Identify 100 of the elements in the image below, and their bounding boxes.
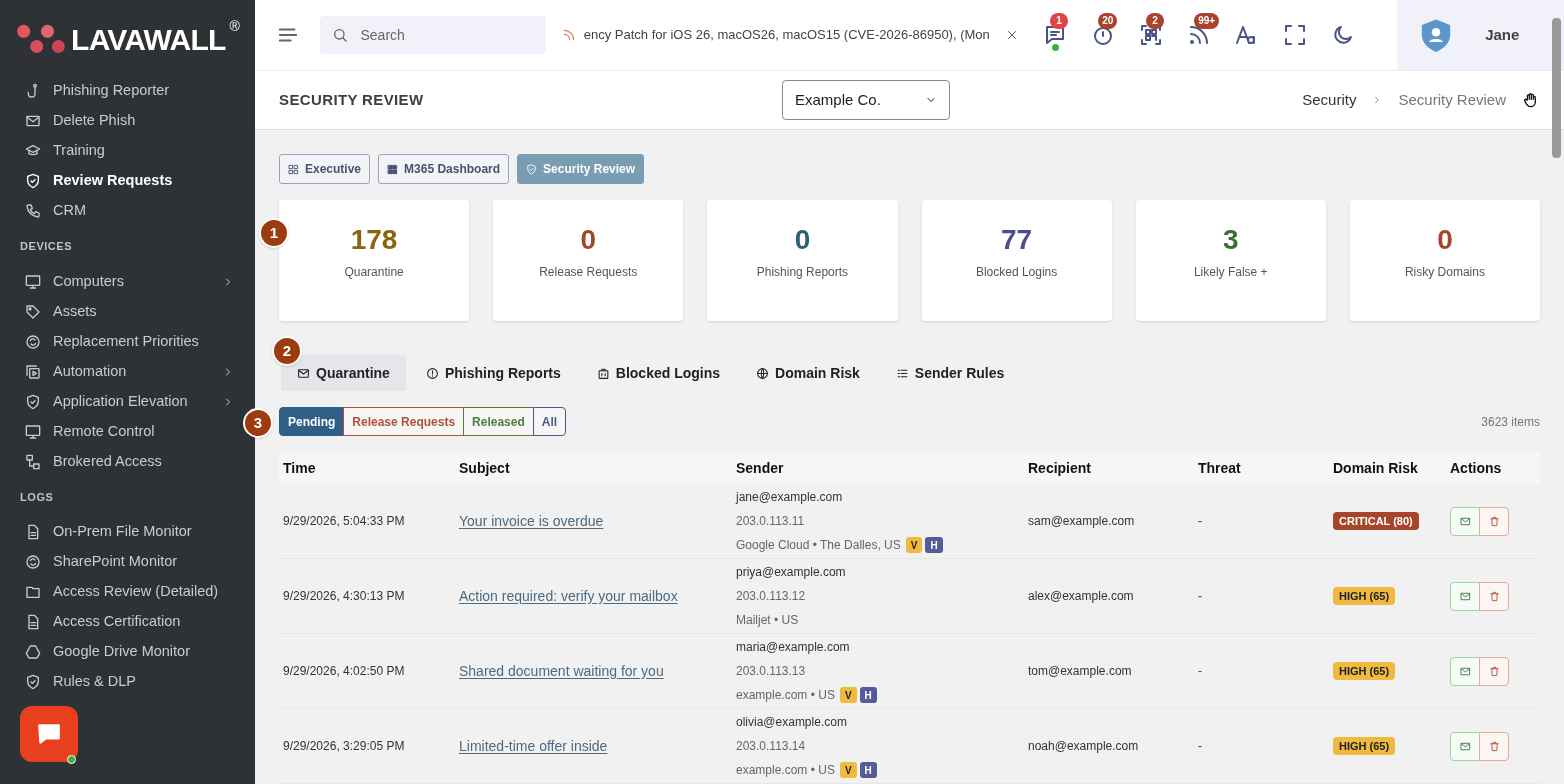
risk-badge: HIGH (65) xyxy=(1333,736,1396,756)
column-header: Recipient xyxy=(1028,458,1092,478)
sidebar-item[interactable]: On-Prem File Monitor xyxy=(0,517,238,547)
network-icon xyxy=(25,453,41,470)
document-icon xyxy=(25,614,41,630)
rss-button[interactable]: 99+ xyxy=(1182,12,1217,57)
chat-launcher-button[interactable] xyxy=(20,706,78,762)
stat-value: 0 xyxy=(580,223,597,257)
sidebar-item[interactable]: Training xyxy=(0,136,238,166)
folder-icon xyxy=(25,584,41,600)
subject-link[interactable]: Limited-time offer inside xyxy=(459,737,608,754)
flag-badge: H xyxy=(859,687,877,703)
dashboard-tab[interactable]: M365 Dashboard xyxy=(378,154,510,184)
table-cell-text: - xyxy=(1198,513,1203,530)
filter-button[interactable]: All xyxy=(532,407,567,436)
user-menu[interactable]: Jane xyxy=(1397,0,1564,70)
stat-label: Blocked Logins xyxy=(975,264,1058,281)
notification-badge: 99+ xyxy=(1194,12,1220,29)
release-button[interactable] xyxy=(1450,506,1480,536)
subject-link[interactable]: Your invoice is overdue xyxy=(459,512,604,529)
timer-button[interactable]: 20 xyxy=(1086,12,1121,57)
sender-origin: example.com • US xyxy=(736,687,835,704)
speech-bubble-icon xyxy=(36,721,62,747)
cycle-icon xyxy=(25,554,41,570)
envelope-icon xyxy=(1459,515,1471,527)
dashboard-tab[interactable]: Executive xyxy=(279,154,371,184)
envelope-icon xyxy=(297,366,310,380)
release-button[interactable] xyxy=(1450,656,1480,686)
stat-label: Quarantine xyxy=(344,264,404,281)
table-cell-text: - xyxy=(1198,738,1203,755)
table-cell-text: 9/29/2026, 3:29:05 PM xyxy=(283,738,406,755)
envelope-icon xyxy=(25,113,41,129)
fullscreen-icon xyxy=(1283,22,1308,47)
column-header: Threat xyxy=(1198,458,1242,478)
notification-badge: 20 xyxy=(1098,12,1118,29)
sidebar-item[interactable]: Delete Phish xyxy=(0,106,238,136)
sidebar-item[interactable]: Access Certification xyxy=(0,607,238,637)
sidebar-item[interactable]: Google Drive Monitor xyxy=(0,637,238,667)
sidebar-item[interactable]: Rules & DLP xyxy=(0,667,238,697)
monitor-icon xyxy=(25,423,41,440)
table-cell-text: - xyxy=(1198,663,1203,680)
sidebar-item[interactable]: Review Requests xyxy=(0,166,238,196)
rss-icon xyxy=(561,27,576,42)
sidebar-item[interactable]: SharePoint Monitor xyxy=(0,547,238,577)
qr-button[interactable]: 2 xyxy=(1134,12,1169,57)
notification-badge: 1 xyxy=(1050,12,1069,29)
document-icon xyxy=(25,524,41,540)
sidebar-item[interactable]: Remote Control xyxy=(0,416,238,447)
sidebar-item[interactable]: Access Review (Detailed) xyxy=(0,577,238,607)
item-count: 3623 items xyxy=(1481,413,1540,431)
delete-button[interactable] xyxy=(1479,506,1509,536)
sidebar-item[interactable]: Automation xyxy=(0,356,238,387)
scrollbar[interactable] xyxy=(1552,18,1561,158)
stat-value: 3 xyxy=(1222,223,1239,257)
page-title: SECURITY REVIEW xyxy=(279,89,425,110)
company-dropdown[interactable]: Example Co. xyxy=(782,79,950,120)
sender-ip: 203.0.113.14 xyxy=(736,738,807,755)
section-tab[interactable]: Quarantine xyxy=(281,355,406,391)
filter-button[interactable]: Released xyxy=(463,407,534,436)
cycle-icon xyxy=(25,333,41,350)
trash-icon xyxy=(1488,665,1500,677)
chat-button[interactable]: 1 xyxy=(1038,12,1073,57)
delete-button[interactable] xyxy=(1479,581,1509,611)
sidebar-item[interactable]: Application Elevation xyxy=(0,386,238,417)
stat-value: 77 xyxy=(1001,223,1033,257)
sidebar-item[interactable]: Phishing Reporter xyxy=(0,76,238,106)
table-cell-text: - xyxy=(1198,588,1203,605)
sidebar-item[interactable]: Brokered Access xyxy=(0,446,238,477)
sender-email: olivia@example.com xyxy=(736,714,848,731)
step-marker: 1 xyxy=(259,218,289,248)
table-cell-text: tom@example.com xyxy=(1028,663,1133,680)
sidebar-item[interactable]: CRM xyxy=(0,196,238,226)
notification-badge: 2 xyxy=(1146,12,1165,29)
close-icon xyxy=(1006,28,1019,41)
subject-link[interactable]: Action required: verify your mailbox xyxy=(459,587,678,604)
sidebar-item[interactable]: Computers xyxy=(0,266,238,297)
delete-button[interactable] xyxy=(1479,731,1509,761)
logo-text: LAVAWALL xyxy=(71,25,226,55)
trash-icon xyxy=(1488,740,1500,752)
sidebar-item[interactable]: Assets xyxy=(0,296,238,327)
release-button[interactable] xyxy=(1450,731,1480,761)
flag-badge: V xyxy=(905,537,923,553)
table-cell-text: 9/29/2026, 4:30:13 PM xyxy=(283,588,406,605)
sender-origin: Mailjet • US xyxy=(736,612,799,629)
close-button[interactable] xyxy=(1006,28,1019,41)
table-cell-text: alex@example.com xyxy=(1028,588,1135,605)
subject-link[interactable]: Shared document waiting for you xyxy=(459,662,664,679)
search-field[interactable]: Search xyxy=(320,15,546,54)
sidebar-item[interactable]: Replacement Priorities xyxy=(0,326,238,357)
breadcrumb-link[interactable]: Security xyxy=(1302,88,1357,112)
trash-icon xyxy=(1488,590,1500,602)
qr-code-icon xyxy=(1139,22,1164,47)
filter-button[interactable]: Release Requests xyxy=(343,407,465,436)
delete-button[interactable] xyxy=(1479,656,1509,686)
globe-icon xyxy=(756,366,770,380)
filter-button[interactable]: Pending xyxy=(279,407,345,436)
release-button[interactable] xyxy=(1450,581,1480,611)
monitor-icon xyxy=(25,273,41,290)
shield-icon xyxy=(25,173,41,189)
stat-value: 0 xyxy=(794,223,811,257)
